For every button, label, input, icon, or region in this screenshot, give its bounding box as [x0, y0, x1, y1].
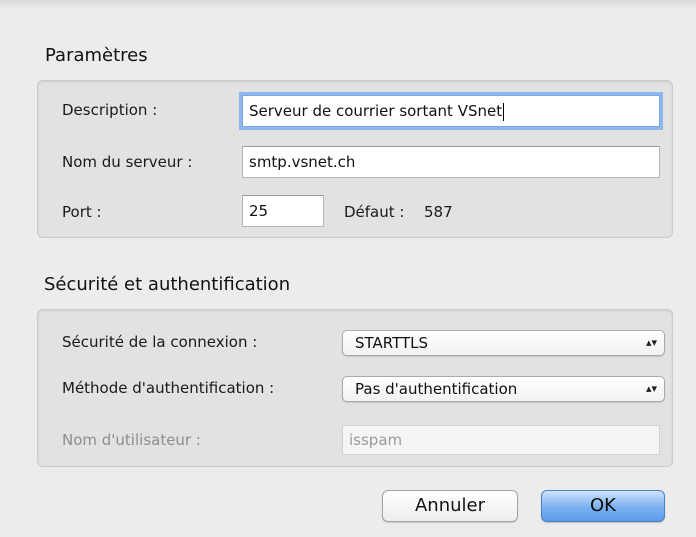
- auth-method-popup[interactable]: Pas d'authentification ▴▾: [342, 376, 665, 402]
- auth-method-label: Méthode d'authentification :: [62, 379, 275, 397]
- ok-button[interactable]: OK: [541, 490, 665, 522]
- text-caret: [503, 102, 505, 121]
- parametres-group: Description : Serveur de courrier sortan…: [37, 80, 673, 238]
- window-top-edge: [0, 0, 696, 8]
- description-value: Serveur de courrier sortant VSnet: [249, 102, 503, 120]
- connection-security-value: STARTTLS: [355, 334, 429, 352]
- connection-security-popup[interactable]: STARTTLS ▴▾: [342, 330, 665, 356]
- up-down-chevron-icon: ▴▾: [645, 336, 657, 349]
- server-field[interactable]: smtp.vsnet.ch: [242, 146, 660, 178]
- server-label: Nom du serveur :: [62, 153, 193, 171]
- port-field[interactable]: 25: [242, 195, 324, 227]
- description-label: Description :: [62, 101, 158, 119]
- cancel-button[interactable]: Annuler: [382, 490, 518, 522]
- description-field[interactable]: Serveur de courrier sortant VSnet: [242, 95, 660, 127]
- section-title-securite: Sécurité et authentification: [44, 274, 291, 295]
- up-down-chevron-icon: ▴▾: [645, 382, 657, 395]
- default-port-value: 587: [424, 203, 453, 221]
- securite-group: Sécurité de la connexion : STARTTLS ▴▾ M…: [37, 309, 673, 467]
- section-title-parametres: Paramètres: [45, 45, 148, 66]
- auth-method-value: Pas d'authentification: [355, 380, 518, 398]
- default-port-label: Défaut :: [344, 203, 405, 221]
- username-label: Nom d'utilisateur :: [62, 431, 201, 449]
- username-field: isspam: [342, 425, 660, 455]
- connection-security-label: Sécurité de la connexion :: [62, 333, 258, 351]
- port-label: Port :: [62, 203, 102, 221]
